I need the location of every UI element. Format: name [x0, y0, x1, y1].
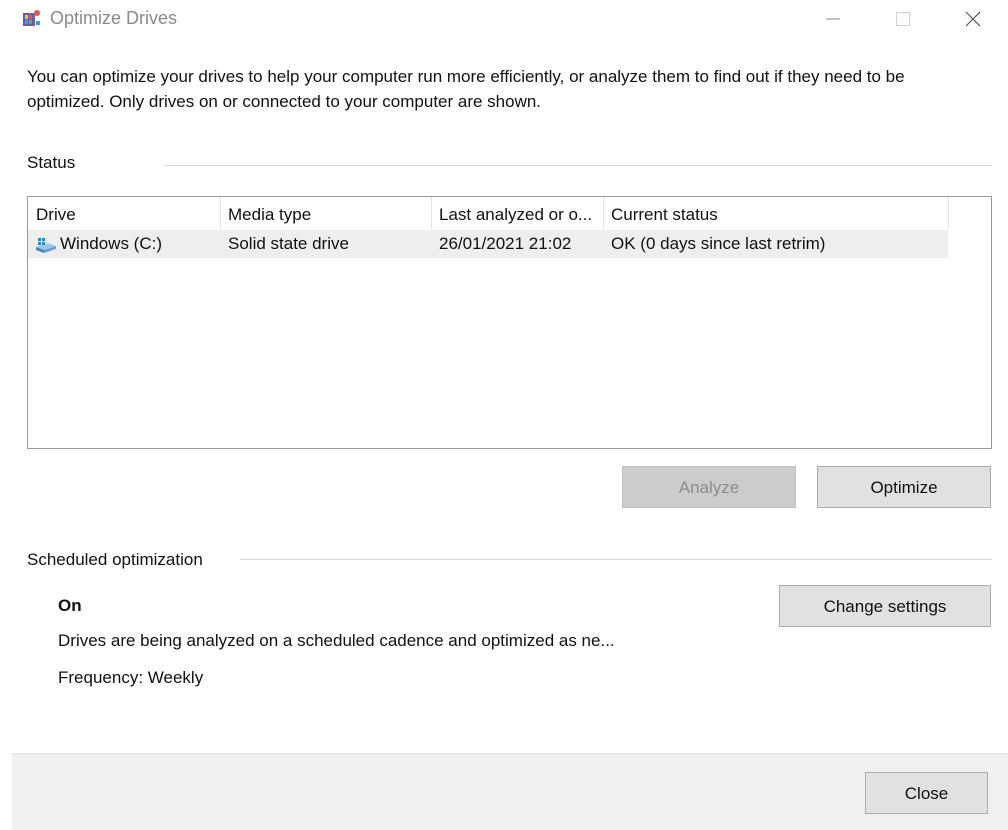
window-title: Optimize Drives — [50, 8, 178, 28]
schedule-frequency: Frequency: Weekly — [58, 668, 204, 687]
optimize-drives-icon — [20, 7, 42, 29]
minimize-button[interactable] — [810, 0, 856, 38]
schedule-state: On — [58, 596, 82, 615]
table-row[interactable]: Windows (C:) Solid state drive 26/01/202… — [28, 230, 948, 258]
column-separator[interactable] — [948, 197, 949, 229]
close-button[interactable]: Close — [865, 772, 988, 814]
scheduled-optimization-label: Scheduled optimization — [27, 550, 203, 569]
scheduled-divider — [240, 559, 992, 560]
status-divider — [165, 165, 992, 166]
intro-text: You can optimize your drives to help you… — [27, 67, 905, 111]
minimize-icon — [826, 18, 840, 20]
drive-icon — [34, 236, 58, 254]
media-type: Solid state drive — [228, 234, 349, 253]
status-label: Status — [27, 153, 76, 172]
current-status: OK (0 days since last retrim) — [611, 234, 826, 253]
footer-bar — [12, 753, 1008, 830]
drives-list[interactable]: Drive Media type Last analyzed or o... C… — [27, 196, 992, 449]
column-header-last-analyzed[interactable]: Last analyzed or o... — [431, 197, 603, 229]
column-header-drive[interactable]: Drive — [28, 197, 220, 229]
drive-name: Windows (C:) — [60, 234, 163, 253]
change-settings-button[interactable]: Change settings — [779, 585, 991, 627]
last-analyzed: 26/01/2021 21:02 — [439, 234, 572, 253]
maximize-icon — [896, 12, 910, 26]
close-icon — [965, 11, 981, 27]
optimize-button[interactable]: Optimize — [817, 466, 991, 508]
column-header-current-status[interactable]: Current status — [603, 197, 948, 229]
title-bar: Optimize Drives — [0, 0, 1008, 38]
close-window-button[interactable] — [950, 0, 996, 38]
column-header-media-type[interactable]: Media type — [220, 197, 431, 229]
maximize-button[interactable] — [880, 0, 926, 38]
analyze-button[interactable]: Analyze — [622, 466, 796, 508]
schedule-description: Drives are being analyzed on a scheduled… — [58, 631, 615, 650]
